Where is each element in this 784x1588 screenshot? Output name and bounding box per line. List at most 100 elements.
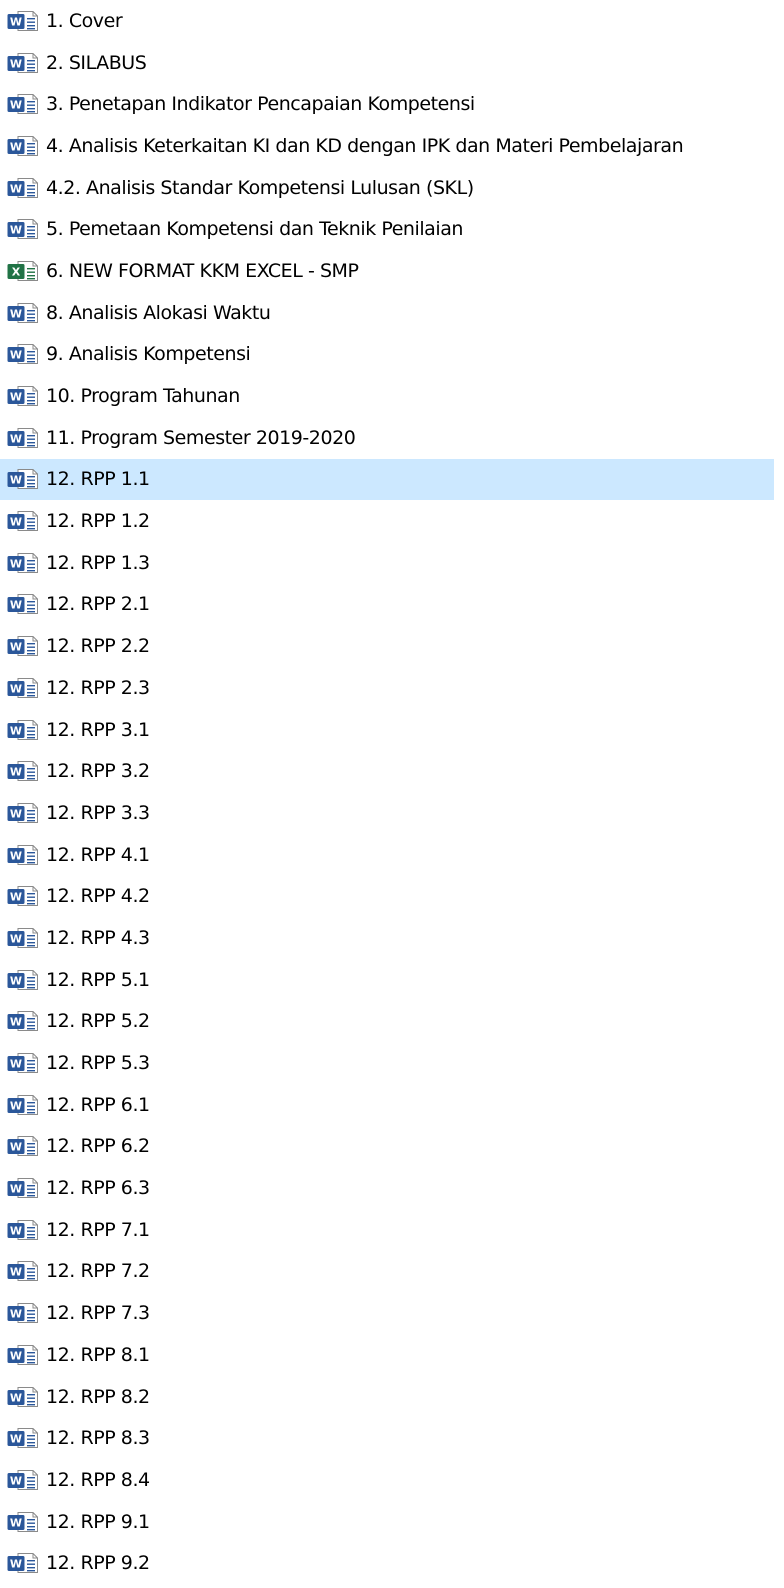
file-name-label: 12. RPP 6.3 bbox=[46, 1177, 150, 1200]
word-document-icon: W bbox=[7, 1178, 38, 1199]
file-name-label: 6. NEW FORMAT KKM EXCEL - SMP bbox=[46, 259, 359, 282]
file-item[interactable]: W 12. RPP 3.1 bbox=[0, 709, 774, 751]
file-name-label: 12. RPP 8.4 bbox=[46, 1468, 150, 1491]
file-item[interactable]: W 12. RPP 9.1 bbox=[0, 1501, 774, 1543]
word-document-icon: W bbox=[7, 1219, 38, 1240]
file-item[interactable]: W 12. RPP 5.3 bbox=[0, 1042, 774, 1084]
file-name-label: 12. RPP 6.2 bbox=[46, 1135, 150, 1158]
file-item[interactable]: W 12. RPP 6.3 bbox=[0, 1167, 774, 1209]
file-name-label: 12. RPP 3.1 bbox=[46, 718, 150, 741]
svg-text:W: W bbox=[10, 682, 22, 695]
excel-workbook-icon: X bbox=[7, 260, 38, 281]
file-item[interactable]: W 12. RPP 7.2 bbox=[0, 1251, 774, 1293]
file-item[interactable]: W 12. RPP 2.3 bbox=[0, 667, 774, 709]
file-item[interactable]: W 12. RPP 9.2 bbox=[0, 1542, 774, 1584]
svg-text:W: W bbox=[10, 391, 22, 404]
file-item[interactable]: W 12. RPP 4.3 bbox=[0, 917, 774, 959]
file-list: W 1. Cover W 2. SILABUS W 3. Penetapan Indika… bbox=[0, 0, 774, 1584]
file-name-label: 12. RPP 4.1 bbox=[46, 843, 150, 866]
file-item[interactable]: W 12. RPP 8.1 bbox=[0, 1334, 774, 1376]
file-name-label: 12. RPP 8.3 bbox=[46, 1427, 150, 1450]
word-document-icon: W bbox=[7, 177, 38, 198]
svg-text:W: W bbox=[10, 724, 22, 737]
file-name-label: 12. RPP 8.2 bbox=[46, 1385, 150, 1408]
svg-text:W: W bbox=[10, 557, 22, 570]
word-document-icon: W bbox=[7, 1428, 38, 1449]
file-name-label: 12. RPP 9.1 bbox=[46, 1510, 150, 1533]
file-item[interactable]: W 12. RPP 5.1 bbox=[0, 959, 774, 1001]
file-item[interactable]: W 12. RPP 6.1 bbox=[0, 1084, 774, 1126]
file-name-label: 12. RPP 4.3 bbox=[46, 926, 150, 949]
word-document-icon: W bbox=[7, 1344, 38, 1365]
svg-text:W: W bbox=[10, 1433, 22, 1446]
file-name-label: 10. Program Tahunan bbox=[46, 385, 240, 408]
file-item[interactable]: W 12. RPP 8.4 bbox=[0, 1459, 774, 1501]
file-item[interactable]: W 8. Analisis Alokasi Waktu bbox=[0, 292, 774, 334]
svg-text:W: W bbox=[10, 1558, 22, 1571]
svg-text:W: W bbox=[10, 891, 22, 904]
file-item[interactable]: W 12. RPP 7.1 bbox=[0, 1209, 774, 1251]
word-document-icon: W bbox=[7, 135, 38, 156]
word-document-icon: W bbox=[7, 1553, 38, 1574]
word-document-icon: W bbox=[7, 469, 38, 490]
file-name-label: 12. RPP 3.3 bbox=[46, 801, 150, 824]
file-item[interactable]: W 12. RPP 4.1 bbox=[0, 834, 774, 876]
word-document-icon: W bbox=[7, 1053, 38, 1074]
file-name-label: 12. RPP 3.2 bbox=[46, 760, 150, 783]
file-name-label: 2. SILABUS bbox=[46, 51, 147, 74]
word-document-icon: W bbox=[7, 969, 38, 990]
file-item[interactable]: W 12. RPP 2.1 bbox=[0, 584, 774, 626]
file-item[interactable]: W 9. Analisis Kompetensi bbox=[0, 334, 774, 376]
file-item[interactable]: W 12. RPP 5.2 bbox=[0, 1001, 774, 1043]
file-name-label: 12. RPP 7.3 bbox=[46, 1302, 150, 1325]
file-item[interactable]: W 12. RPP 8.3 bbox=[0, 1417, 774, 1459]
svg-text:W: W bbox=[10, 1224, 22, 1237]
file-item[interactable]: W 12. RPP 1.2 bbox=[0, 500, 774, 542]
file-item[interactable]: W 12. RPP 1.3 bbox=[0, 542, 774, 584]
word-document-icon: W bbox=[7, 344, 38, 365]
file-name-label: 9. Analisis Kompetensi bbox=[46, 343, 251, 366]
svg-text:W: W bbox=[10, 1308, 22, 1321]
file-item[interactable]: W 11. Program Semester 2019-2020 bbox=[0, 417, 774, 459]
word-document-icon: W bbox=[7, 719, 38, 740]
word-document-icon: W bbox=[7, 427, 38, 448]
word-document-icon: W bbox=[7, 1386, 38, 1407]
svg-text:W: W bbox=[10, 933, 22, 946]
file-item[interactable]: W 4. Analisis Keterkaitan KI dan KD denga… bbox=[0, 125, 774, 167]
file-item[interactable]: W 12. RPP 8.2 bbox=[0, 1376, 774, 1418]
file-item[interactable]: W 10. Program Tahunan bbox=[0, 375, 774, 417]
file-item[interactable]: W 12. RPP 7.3 bbox=[0, 1292, 774, 1334]
file-item[interactable]: W 12. RPP 1.1 bbox=[0, 458, 774, 501]
word-document-icon: W bbox=[7, 677, 38, 698]
file-item[interactable]: W 1. Cover bbox=[0, 0, 774, 42]
word-document-icon: W bbox=[7, 636, 38, 657]
word-document-icon: W bbox=[7, 10, 38, 31]
file-item[interactable]: W 12. RPP 3.2 bbox=[0, 750, 774, 792]
svg-text:W: W bbox=[10, 15, 22, 28]
file-name-label: 4. Analisis Keterkaitan KI dan KD dengan… bbox=[46, 134, 684, 157]
svg-text:W: W bbox=[10, 641, 22, 654]
word-document-icon: W bbox=[7, 802, 38, 823]
svg-text:W: W bbox=[10, 57, 22, 70]
file-item[interactable]: W 12. RPP 4.2 bbox=[0, 875, 774, 917]
file-item[interactable]: W 12. RPP 6.2 bbox=[0, 1126, 774, 1168]
word-document-icon: W bbox=[7, 511, 38, 532]
file-name-label: 5. Pemetaan Kompetensi dan Teknik Penila… bbox=[46, 218, 463, 241]
svg-text:W: W bbox=[10, 766, 22, 779]
file-item[interactable]: W 2. SILABUS bbox=[0, 42, 774, 84]
file-name-label: 12. RPP 2.2 bbox=[46, 635, 150, 658]
file-item[interactable]: W 12. RPP 3.3 bbox=[0, 792, 774, 834]
svg-text:W: W bbox=[10, 99, 22, 112]
word-document-icon: W bbox=[7, 219, 38, 240]
file-item[interactable]: W 3. Penetapan Indikator Pencapaian Kompe… bbox=[0, 83, 774, 125]
word-document-icon: W bbox=[7, 1511, 38, 1532]
svg-text:W: W bbox=[10, 1141, 22, 1154]
file-name-label: 12. RPP 1.3 bbox=[46, 551, 150, 574]
file-item[interactable]: W 12. RPP 2.2 bbox=[0, 625, 774, 667]
file-item[interactable]: X 6. NEW FORMAT KKM EXCEL - SMP bbox=[0, 250, 774, 292]
word-document-icon: W bbox=[7, 52, 38, 73]
file-name-label: 12. RPP 2.3 bbox=[46, 676, 150, 699]
svg-text:W: W bbox=[10, 599, 22, 612]
file-item[interactable]: W 5. Pemetaan Kompetensi dan Teknik Penil… bbox=[0, 208, 774, 250]
file-item[interactable]: W 4.2. Analisis Standar Kompetensi Lulusa… bbox=[0, 167, 774, 209]
